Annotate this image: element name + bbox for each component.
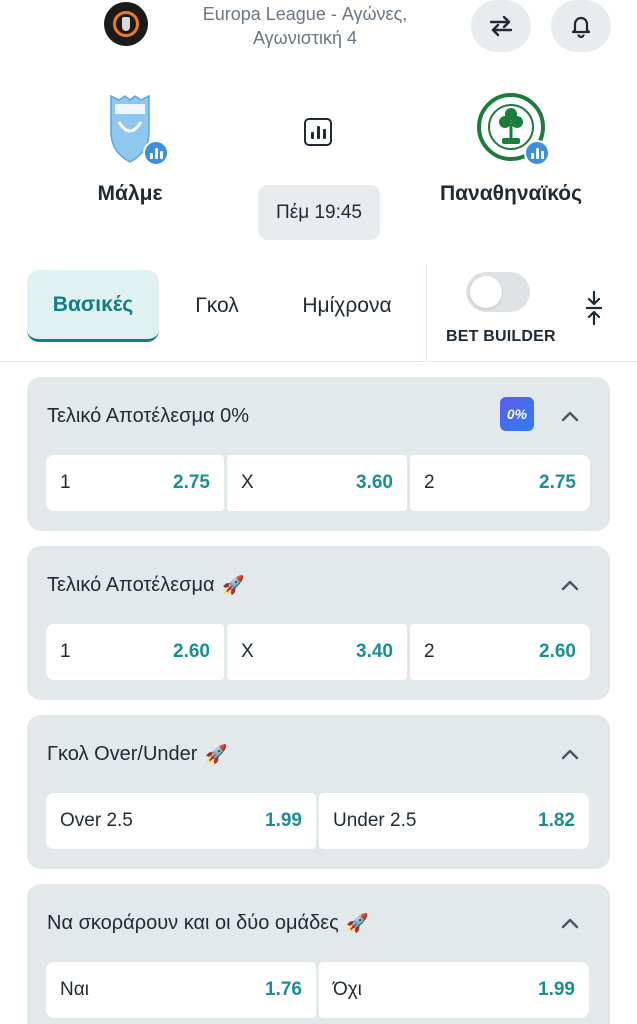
kickoff-time: Πέμ 19:45 <box>258 185 380 240</box>
rocket-boost-icon: 🚀 <box>222 575 245 595</box>
odd-button[interactable]: 1 2.75 <box>46 455 224 511</box>
odd-value: 1.76 <box>265 979 302 1000</box>
home-team[interactable]: Μάλμε <box>60 92 200 206</box>
league-title-line2: Αγωνιστική 4 <box>253 28 357 48</box>
league-title-line1: Europa League - Αγώνες, <box>202 4 408 24</box>
notifications-button[interactable] <box>551 0 611 52</box>
market-card: Να σκοράρουν και οι δύο ομάδες 🚀 Ναι 1.76… <box>27 884 610 1024</box>
away-team-name: Παναθηναϊκός <box>439 182 583 205</box>
odd-button[interactable]: Όχι 1.99 <box>319 962 589 1018</box>
home-stats-icon[interactable] <box>143 140 169 166</box>
swap-button[interactable] <box>471 0 531 52</box>
market-card: Γκολ Over/Under 🚀 Over 2.5 1.99 Under 2.5… <box>27 715 610 869</box>
odd-label: Over 2.5 <box>60 810 133 831</box>
tab-basic[interactable]: Βασικές <box>27 270 159 342</box>
chevron-up-icon[interactable] <box>558 743 582 767</box>
europa-league-logo-icon <box>104 2 148 46</box>
odd-value: 2.60 <box>539 641 576 662</box>
home-team-name: Μάλμε <box>97 182 163 205</box>
bet-builder-toggle[interactable] <box>466 272 530 312</box>
odd-value: 2.75 <box>539 472 576 493</box>
away-stats-icon[interactable] <box>524 140 550 166</box>
odd-label: Under 2.5 <box>333 810 417 831</box>
tab-goals[interactable]: Γκολ <box>178 270 256 342</box>
panathinaikos-crest-icon <box>477 92 550 166</box>
market-title-text: Τελικό Αποτέλεσμα <box>47 574 215 596</box>
match-stats-icon[interactable] <box>304 118 332 146</box>
chevron-up-icon[interactable] <box>558 574 582 598</box>
odd-button[interactable]: X 3.40 <box>227 624 407 680</box>
away-team[interactable]: Παναθηναϊκός <box>418 92 604 206</box>
market-title: Τελικό Αποτέλεσμα 0% <box>47 405 250 427</box>
chevron-up-icon[interactable] <box>558 405 582 429</box>
odd-label: 2 <box>424 641 435 662</box>
odd-button[interactable]: 1 2.60 <box>46 624 224 680</box>
market-card: Τελικό Αποτέλεσμα 🚀 1 2.60 X 3.40 2 2.60 <box>27 546 610 700</box>
odd-button[interactable]: Under 2.5 1.82 <box>319 793 589 849</box>
malmo-crest-icon <box>97 92 169 166</box>
odds-row: 1 2.75 X 3.60 2 2.75 <box>46 455 590 511</box>
market-title-text: Γκολ Over/Under <box>47 743 198 765</box>
rocket-boost-icon: 🚀 <box>346 913 369 933</box>
toggle-knob <box>470 276 502 308</box>
odd-label: X <box>241 641 254 662</box>
market-title: Γκολ Over/Under 🚀 <box>47 743 227 766</box>
market-card: Τελικό Αποτέλεσμα 0% 0% 1 2.75 X 3.60 2 2.7… <box>27 377 610 531</box>
bet-builder-label: BET BUILDER <box>446 328 556 345</box>
odd-value: 1.99 <box>265 810 302 831</box>
odd-button[interactable]: Ναι 1.76 <box>46 962 316 1018</box>
odd-label: 2 <box>424 472 435 493</box>
odd-label: X <box>241 472 254 493</box>
odd-label: Όχι <box>333 979 362 1000</box>
odd-button[interactable]: X 3.60 <box>227 455 407 511</box>
league-title: Europa League - Αγώνες, Αγωνιστική 4 <box>180 2 430 50</box>
tab-halves[interactable]: Ημίχρονα <box>284 270 410 342</box>
chevron-up-icon[interactable] <box>558 912 582 936</box>
match-header: Europa League - Αγώνες, Αγωνιστική 4 <box>0 0 637 60</box>
odds-row: Over 2.5 1.99 Under 2.5 1.82 <box>46 793 589 849</box>
odd-button[interactable]: 2 2.75 <box>410 455 590 511</box>
zero-margin-badge: 0% <box>500 397 534 431</box>
bell-icon <box>571 16 591 38</box>
odd-value: 3.40 <box>356 641 393 662</box>
odd-label: 1 <box>60 641 71 662</box>
odd-value: 1.99 <box>538 979 575 1000</box>
odd-value: 2.75 <box>173 472 210 493</box>
odd-button[interactable]: Over 2.5 1.99 <box>46 793 316 849</box>
tabs-divider <box>426 264 427 362</box>
swap-arrows-icon <box>489 15 513 37</box>
odd-value: 1.82 <box>538 810 575 831</box>
market-title-text: Να σκοράρουν και οι δύο ομάδες <box>47 912 339 934</box>
market-tabs: Βασικές Γκολ Ημίχρονα BET BUILDER <box>0 264 637 362</box>
odd-label: Ναι <box>60 979 89 1000</box>
odd-value: 3.60 <box>356 472 393 493</box>
collapse-all-icon[interactable] <box>582 290 606 326</box>
rocket-boost-icon: 🚀 <box>205 744 228 764</box>
odd-value: 2.60 <box>173 641 210 662</box>
odds-row: Ναι 1.76 Όχι 1.99 <box>46 962 589 1018</box>
market-title: Να σκοράρουν και οι δύο ομάδες 🚀 <box>47 912 369 935</box>
odds-row: 1 2.60 X 3.40 2 2.60 <box>46 624 590 680</box>
odd-label: 1 <box>60 472 71 493</box>
market-title: Τελικό Αποτέλεσμα 🚀 <box>47 574 245 597</box>
odd-button[interactable]: 2 2.60 <box>410 624 590 680</box>
